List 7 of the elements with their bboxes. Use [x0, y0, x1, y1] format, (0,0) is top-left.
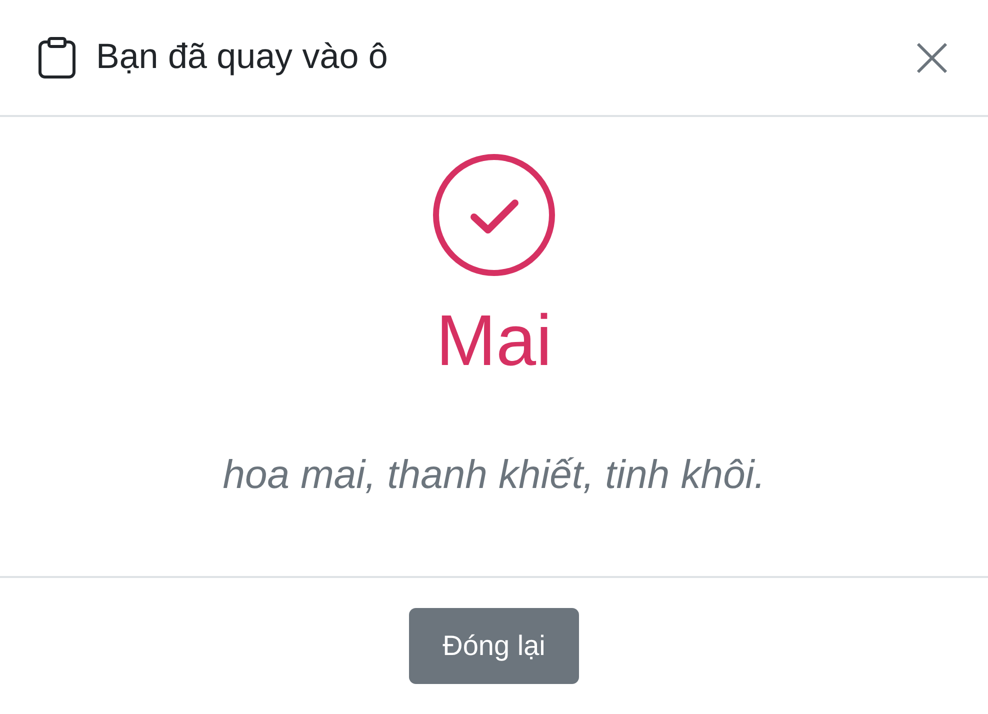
- result-name: Mai: [436, 305, 552, 377]
- close-dialog-button[interactable]: Đóng lại: [409, 608, 579, 684]
- clipboard-icon: [38, 36, 76, 78]
- close-icon: [916, 42, 948, 74]
- check-circle-icon: [432, 153, 556, 277]
- result-meaning: hoa mai, thanh khiết, tinh khôi.: [222, 452, 766, 499]
- dialog-title: Bạn đã quay vào ô: [96, 36, 388, 78]
